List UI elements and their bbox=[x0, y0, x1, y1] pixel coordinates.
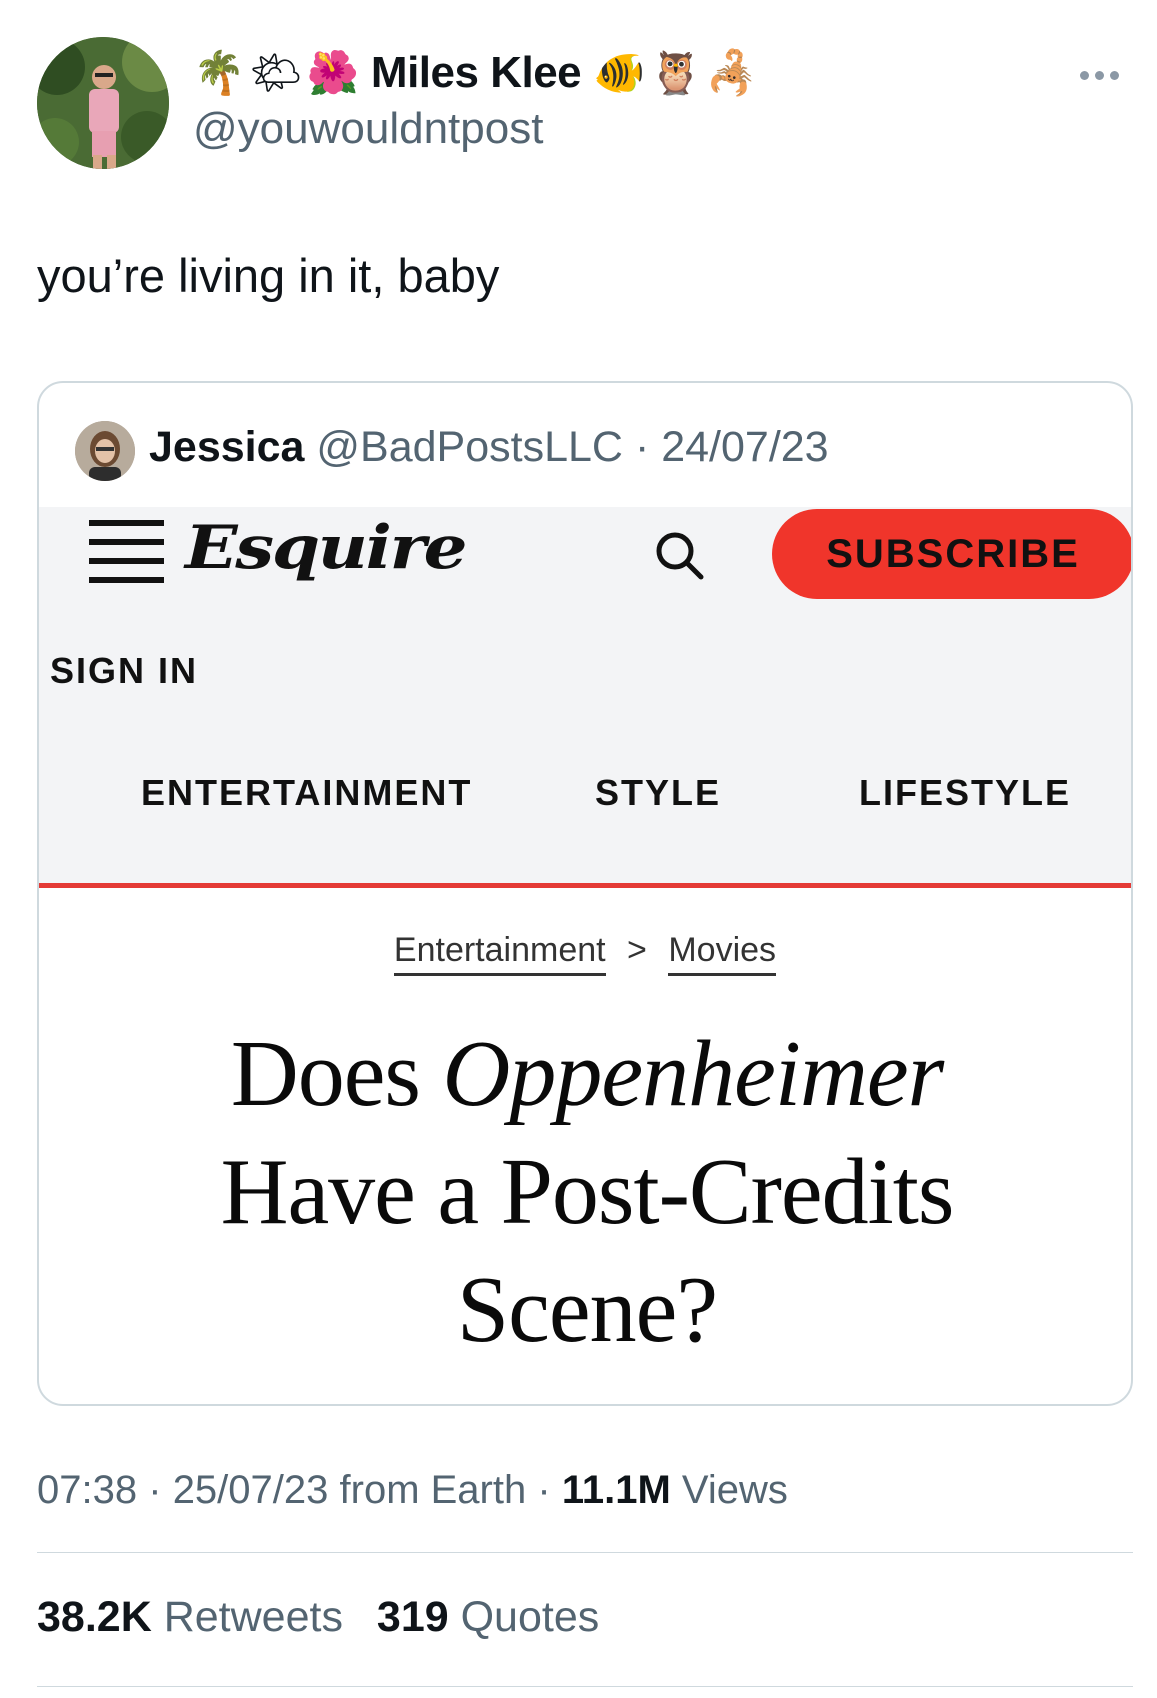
tweet-source: from Earth bbox=[339, 1468, 527, 1512]
breadcrumb-entertainment: Entertainment bbox=[393, 931, 606, 976]
tropical-fish-icon: 🐠 bbox=[593, 48, 646, 97]
divider bbox=[37, 1552, 1133, 1553]
quotes-count: 319 bbox=[376, 1593, 449, 1641]
quoted-author-handle[interactable]: @BadPostsLLC bbox=[316, 423, 623, 471]
headline-pre: Does bbox=[230, 1022, 443, 1126]
hamburger-menu-icon bbox=[89, 520, 164, 583]
retweets-label: Retweets bbox=[163, 1593, 343, 1641]
retweets-count: 38.2K bbox=[37, 1593, 152, 1641]
esquire-logo: Esquire bbox=[185, 513, 468, 583]
quotes-stat[interactable]: 319 Quotes bbox=[377, 1593, 599, 1641]
search-icon bbox=[651, 527, 707, 583]
author-name-row[interactable]: 🌴 🌤 🌺 Miles Klee 🐠 🦉 🦂 bbox=[193, 44, 762, 102]
sun-behind-cloud-icon: 🌤 bbox=[249, 48, 303, 97]
tweet-header: 🌴 🌤 🌺 Miles Klee 🐠 🦉 🦂 @youwouldntpost bbox=[0, 0, 1157, 200]
breadcrumb: Entertainment > Movies bbox=[39, 931, 1131, 976]
meta-sep: · bbox=[537, 1468, 551, 1512]
tweet-text: you’re living in it, baby bbox=[37, 249, 500, 302]
breadcrumb-movies: Movies bbox=[668, 931, 777, 976]
retweets-stat[interactable]: 38.2K Retweets bbox=[37, 1593, 355, 1641]
quoted-author-avatar[interactable] bbox=[75, 421, 135, 481]
divider bbox=[37, 1686, 1133, 1687]
article-headline: Does Oppenheimer Have a Post-Credits Sce… bbox=[89, 1015, 1085, 1369]
more-dot bbox=[1095, 70, 1104, 80]
author-avatar[interactable] bbox=[37, 37, 169, 169]
nav-lifestyle: LIFESTYLE bbox=[859, 772, 1072, 813]
quoted-author-line: Jessica @BadPostsLLC · 24/07/23 bbox=[149, 423, 829, 472]
tweet-time[interactable]: 07:38 bbox=[37, 1468, 137, 1512]
owl-icon: 🦉 bbox=[649, 48, 702, 97]
red-divider bbox=[39, 883, 1131, 888]
author-handle[interactable]: @youwouldntpost bbox=[193, 104, 543, 154]
nav-style: STYLE bbox=[595, 772, 722, 813]
quoted-tweet-card[interactable]: Jessica @BadPostsLLC · 24/07/23 Esquire … bbox=[37, 381, 1133, 1406]
tweet-meta: 07:38 · 25/07/23 from Earth · 11.1M View… bbox=[37, 1468, 788, 1513]
quotes-label: Quotes bbox=[460, 1593, 600, 1641]
headline-italic-title: Oppenheimer bbox=[442, 1022, 945, 1126]
subscribe-button: SUBSCRIBE bbox=[772, 509, 1131, 599]
quoted-date[interactable]: 24/07/23 bbox=[661, 423, 828, 471]
breadcrumb-separator: > bbox=[627, 931, 647, 969]
tweet-date[interactable]: 25/07/23 bbox=[173, 1468, 329, 1512]
esquire-screenshot: Esquire SUBSCRIBE SIGN IN ENTERTAINMENT … bbox=[39, 507, 1131, 883]
headline-line3: Scene? bbox=[456, 1258, 718, 1362]
views-label: Views bbox=[681, 1468, 788, 1512]
quoted-author-name[interactable]: Jessica bbox=[149, 423, 304, 471]
more-dot bbox=[1080, 70, 1089, 80]
author-display-name[interactable]: Miles Klee bbox=[371, 48, 582, 98]
quoted-tweet-header: Jessica @BadPostsLLC · 24/07/23 bbox=[39, 383, 1131, 507]
views-count: 11.1M bbox=[561, 1468, 671, 1512]
meta-sep: · bbox=[148, 1468, 162, 1512]
hibiscus-icon: 🌺 bbox=[306, 48, 359, 97]
headline-line2: Have a Post-Credits bbox=[220, 1140, 955, 1244]
scorpion-icon: 🦂 bbox=[705, 48, 759, 97]
more-options-icon[interactable] bbox=[1080, 60, 1130, 90]
tweet-stats: 38.2K Retweets 319 Quotes bbox=[37, 1593, 621, 1642]
quoted-separator: · bbox=[634, 423, 650, 471]
palm-tree-icon: 🌴 bbox=[193, 48, 246, 97]
more-dot bbox=[1110, 70, 1119, 80]
nav-entertainment: ENTERTAINMENT bbox=[141, 772, 473, 813]
sign-in-link: SIGN IN bbox=[50, 650, 199, 691]
